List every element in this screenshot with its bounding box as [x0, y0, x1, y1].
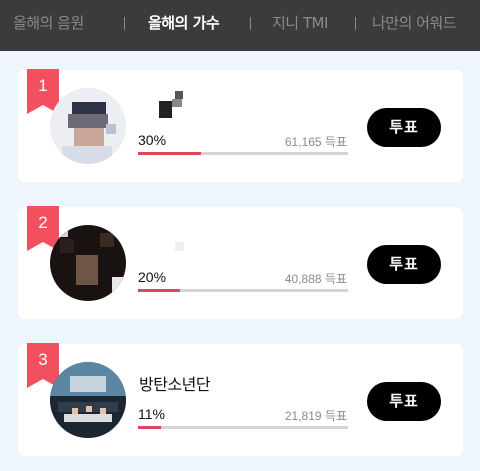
tab-singer-of-the-year[interactable]: 올해의 가수	[148, 0, 220, 47]
vote-progress-fill	[138, 426, 162, 429]
rank-number: 1	[38, 76, 48, 95]
vote-progress-bar	[138, 152, 348, 155]
censored-block	[175, 242, 184, 251]
vote-count: 40,888 득표	[284, 272, 347, 286]
censored-block	[159, 101, 172, 118]
tab-separator	[355, 17, 356, 30]
tab-genie-tmi[interactable]: 지니 TMI	[272, 0, 328, 47]
artist-name: 방탄소년단	[139, 375, 211, 394]
censored-block	[172, 99, 182, 107]
vote-progress-bar	[138, 289, 348, 292]
ranking-card: 2 20% 40,888 득표 투표	[18, 206, 463, 319]
vote-progress-bar	[138, 426, 348, 429]
vote-button[interactable]: 투표	[367, 245, 441, 284]
vote-count: 61,165 득표	[284, 135, 347, 149]
vote-progress-fill	[138, 289, 180, 292]
censored-block	[175, 91, 183, 99]
tab-separator	[124, 17, 125, 30]
artist-avatar[interactable]	[50, 362, 126, 438]
vote-button[interactable]: 투표	[367, 382, 441, 421]
vote-progress-fill	[138, 152, 201, 155]
vote-percentage: 30%	[138, 132, 167, 148]
artist-avatar[interactable]	[50, 88, 126, 164]
ranking-card: 1 30% 61,165 득표 투표	[18, 69, 463, 182]
vote-percentage: 11%	[138, 406, 165, 422]
vote-percentage: 20%	[138, 269, 167, 285]
tab-separator	[250, 17, 251, 30]
ranking-card: 3 방탄소년단 11% 21,819 득표 투표	[18, 343, 463, 456]
artist-avatar[interactable]	[50, 225, 126, 301]
category-tab-bar: 올해의 음원 올해의 가수 지니 TMI 나만의 어워드	[0, 0, 480, 51]
vote-button[interactable]: 투표	[367, 108, 441, 147]
vote-count: 21,819 득표	[284, 409, 347, 423]
tab-my-awards[interactable]: 나만의 어워드	[372, 0, 457, 47]
tab-song-of-the-year[interactable]: 올해의 음원	[13, 0, 84, 47]
